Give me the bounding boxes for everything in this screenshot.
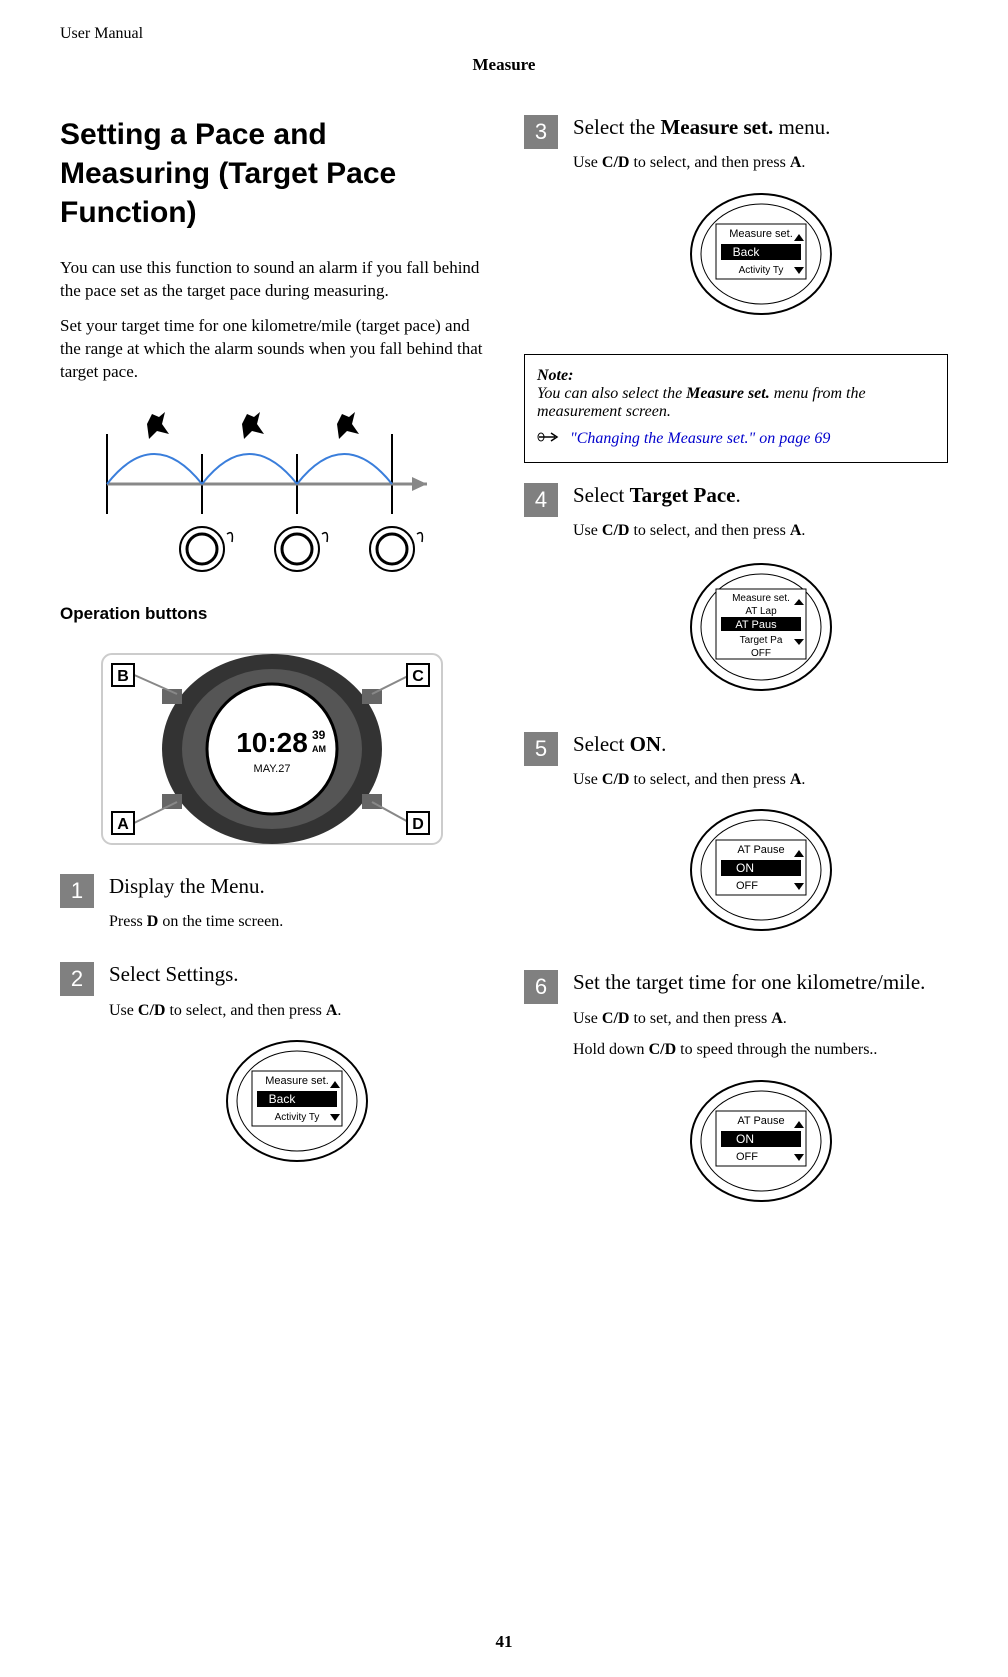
- content-columns: Setting a Pace and Measuring (Target Pac…: [60, 115, 948, 1241]
- step-number-1: 1: [60, 874, 94, 908]
- svg-text:AM: AM: [312, 744, 326, 754]
- step-4-title: Select Target Pace.: [573, 483, 948, 508]
- step-6-content: Set the target time for one kilometre/mi…: [573, 970, 948, 1220]
- svg-text:AT Paus: AT Paus: [735, 619, 777, 631]
- step-4-screen: Measure set. AT Lap AT Paus Target Pa OF…: [686, 557, 836, 697]
- header-user-manual: User Manual: [60, 25, 143, 43]
- step-5-content: Select ON. Use C/D to select, and then p…: [573, 732, 948, 951]
- step-2-title: Select Settings.: [109, 962, 484, 987]
- svg-text:C: C: [412, 668, 424, 685]
- step-3-title: Select the Measure set. menu.: [573, 115, 948, 140]
- svg-text:OFF: OFF: [736, 1151, 758, 1163]
- step-number-6: 6: [524, 970, 558, 1004]
- step-5: 5 Select ON. Use C/D to select, and then…: [524, 732, 948, 951]
- operation-buttons-heading: Operation buttons: [60, 604, 484, 624]
- note-link-row: "Changing the Measure set." on page 69: [537, 429, 935, 450]
- note-link[interactable]: "Changing the Measure set." on page 69: [570, 430, 830, 447]
- svg-text:ON: ON: [736, 1132, 754, 1146]
- intro-text-1: You can use this function to sound an al…: [60, 257, 484, 303]
- svg-text:MAY.27: MAY.27: [254, 763, 291, 775]
- step-6-screen: AT Pause ON OFF: [686, 1076, 836, 1206]
- svg-text:OFF: OFF: [751, 648, 771, 659]
- svg-text:AT Pause: AT Pause: [737, 844, 784, 856]
- svg-text:OFF: OFF: [736, 880, 758, 892]
- step-2: 2 Select Settings. Use C/D to select, an…: [60, 962, 484, 1181]
- step-5-title: Select ON.: [573, 732, 948, 757]
- note-body: You can also select the Measure set. men…: [537, 385, 935, 421]
- step-number-3: 3: [524, 115, 558, 149]
- note-title: Note:: [537, 367, 935, 385]
- hand-point-icon: [537, 429, 561, 450]
- step-4: 4 Select Target Pace. Use C/D to select,…: [524, 483, 948, 712]
- step-5-screen: AT Pause ON OFF: [686, 805, 836, 935]
- step-6: 6 Set the target time for one kilometre/…: [524, 970, 948, 1220]
- svg-text:10:28: 10:28: [236, 727, 308, 758]
- page-title: Setting a Pace and Measuring (Target Pac…: [60, 115, 484, 232]
- step-1-title: Display the Menu.: [109, 874, 484, 899]
- page-number: 41: [496, 1632, 513, 1652]
- left-column: Setting a Pace and Measuring (Target Pac…: [60, 115, 484, 1241]
- step-1-content: Display the Menu. Press D on the time sc…: [109, 874, 484, 943]
- svg-text:Back: Back: [268, 1092, 296, 1106]
- step-4-body: Use C/D to select, and then press A.: [573, 520, 948, 542]
- svg-text:Activity Ty: Activity Ty: [274, 1112, 319, 1123]
- step-4-content: Select Target Pace. Use C/D to select, a…: [573, 483, 948, 712]
- step-2-screen: Measure set. Back Activity Ty: [222, 1036, 372, 1166]
- step-1-body: Press D on the time screen.: [109, 911, 484, 933]
- step-number-2: 2: [60, 962, 94, 996]
- step-number-5: 5: [524, 732, 558, 766]
- header-section: Measure: [60, 55, 948, 75]
- step-3: 3 Select the Measure set. menu. Use C/D …: [524, 115, 948, 334]
- step-3-body: Use C/D to select, and then press A.: [573, 152, 948, 174]
- svg-text:Measure set.: Measure set.: [732, 593, 790, 604]
- runners-pace-diagram: [87, 404, 457, 584]
- step-3-content: Select the Measure set. menu. Use C/D to…: [573, 115, 948, 334]
- step-3-screen: Measure set. Back Activity Ty: [686, 189, 836, 319]
- step-6-body-2: Hold down C/D to speed through the numbe…: [573, 1039, 948, 1061]
- note-box: Note: You can also select the Measure se…: [524, 354, 948, 463]
- svg-text:D: D: [412, 816, 424, 833]
- right-column: 3 Select the Measure set. menu. Use C/D …: [524, 115, 948, 1241]
- intro-text-2: Set your target time for one kilometre/m…: [60, 315, 484, 384]
- step-2-content: Select Settings. Use C/D to select, and …: [109, 962, 484, 1181]
- svg-text:Activity Ty: Activity Ty: [738, 265, 783, 276]
- step-number-4: 4: [524, 483, 558, 517]
- svg-text:B: B: [117, 668, 129, 685]
- watch-buttons-diagram: 10:28 39 AM MAY.27 B C A D: [82, 644, 462, 854]
- svg-text:ON: ON: [736, 861, 754, 875]
- svg-text:Measure set.: Measure set.: [729, 228, 793, 240]
- svg-text:Back: Back: [732, 245, 760, 259]
- svg-text:A: A: [117, 816, 129, 833]
- svg-text:Target Pa: Target Pa: [739, 635, 782, 646]
- svg-text:AT Pause: AT Pause: [737, 1115, 784, 1127]
- step-6-title: Set the target time for one kilometre/mi…: [573, 970, 948, 995]
- svg-text:39: 39: [312, 728, 326, 742]
- svg-text:AT Lap: AT Lap: [745, 606, 777, 617]
- step-6-body: Use C/D to set, and then press A.: [573, 1008, 948, 1030]
- svg-text:Measure set.: Measure set.: [265, 1075, 329, 1087]
- step-2-body: Use C/D to select, and then press A.: [109, 1000, 484, 1022]
- step-5-body: Use C/D to select, and then press A.: [573, 769, 948, 791]
- step-1: 1 Display the Menu. Press D on the time …: [60, 874, 484, 943]
